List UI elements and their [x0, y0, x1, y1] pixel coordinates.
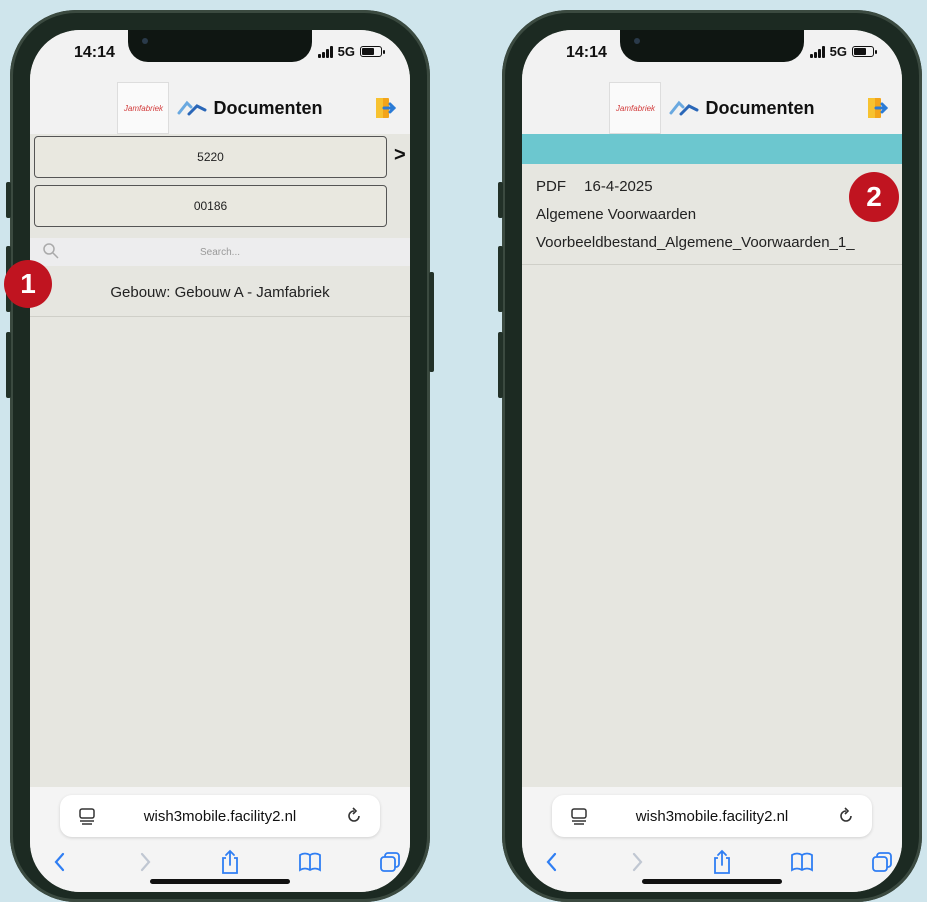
tabs-icon[interactable]: [870, 849, 894, 875]
network-label: 5G: [337, 44, 355, 59]
url-text: wish3mobile.facility2.nl: [143, 807, 297, 825]
browser-toolbar: [522, 849, 902, 877]
page-title: Documenten: [213, 97, 323, 118]
exit-icon[interactable]: [866, 96, 888, 120]
status-time: 14:14: [74, 44, 115, 61]
app-header: Jamfabriek Documenten: [522, 82, 902, 134]
step-badge-2: 2: [849, 172, 899, 222]
status-indicators: 5G: [317, 44, 385, 59]
network-label: 5G: [829, 44, 847, 59]
search-input[interactable]: Search...: [30, 238, 410, 266]
browser-bar: wish3mobile.facility2.nl: [30, 787, 410, 892]
brand-icon: [669, 100, 699, 116]
screen-right: 14:14 5G Jamfabriek Documenten PDF 16-4-…: [522, 30, 902, 892]
bookmarks-icon[interactable]: [298, 849, 322, 875]
reload-icon[interactable]: [836, 806, 856, 826]
battery-icon: [360, 46, 385, 57]
main-content: PDF 16-4-2025 Algemene Voorwaarden Voorb…: [522, 134, 902, 787]
reader-icon[interactable]: [78, 807, 96, 825]
status-indicators: 5G: [809, 44, 877, 59]
list-item[interactable]: Gebouw: Gebouw A - Jamfabriek: [30, 268, 410, 317]
document-date: 16-4-2025: [584, 178, 653, 195]
app-header: Jamfabriek Documenten: [30, 82, 410, 134]
volume-down-button: [6, 332, 11, 398]
reader-icon[interactable]: [570, 807, 588, 825]
main-content: 5220 > 00186 Search... Gebouw: Gebouw A …: [30, 134, 410, 787]
location-field[interactable]: 5220: [34, 136, 387, 178]
forward-icon[interactable]: [625, 849, 649, 875]
company-logo: Jamfabriek: [609, 82, 662, 134]
document-filename: Voorbeeldbestand_Algemene_Voorwaarden_1_: [536, 234, 855, 251]
document-item[interactable]: PDF 16-4-2025 Algemene Voorwaarden Voorb…: [522, 164, 902, 265]
notch: [620, 30, 804, 62]
back-icon[interactable]: [540, 849, 564, 875]
home-indicator: [150, 879, 290, 884]
phone-right: 14:14 5G Jamfabriek Documenten PDF 16-4-…: [498, 10, 922, 902]
phone-left: 14:14 5G Jamfabriek Documenten 5220 > 00…: [6, 10, 434, 902]
browser-bar: wish3mobile.facility2.nl: [522, 787, 902, 892]
browser-toolbar: [30, 849, 410, 877]
step-badge-1: 1: [4, 260, 52, 308]
document-meta: PDF 16-4-2025: [536, 178, 653, 195]
share-icon[interactable]: [218, 849, 242, 875]
list-item-label: Gebouw: Gebouw A - Jamfabriek: [110, 283, 330, 301]
signal-icon: [809, 45, 825, 58]
tabs-icon[interactable]: [378, 849, 402, 875]
exit-icon[interactable]: [374, 96, 396, 120]
url-bar[interactable]: wish3mobile.facility2.nl: [60, 795, 380, 837]
page-title: Documenten: [705, 97, 815, 118]
chevron-right-icon[interactable]: >: [394, 144, 406, 167]
search-icon: [43, 243, 59, 259]
home-indicator: [642, 879, 782, 884]
battery-icon: [852, 46, 877, 57]
document-type: PDF: [536, 178, 566, 195]
bookmarks-icon[interactable]: [790, 849, 814, 875]
forward-icon[interactable]: [133, 849, 157, 875]
volume-up-button: [498, 246, 503, 312]
power-button: [429, 272, 434, 372]
notch: [128, 30, 312, 62]
share-icon[interactable]: [710, 849, 734, 875]
back-icon[interactable]: [48, 849, 72, 875]
url-text: wish3mobile.facility2.nl: [635, 807, 789, 825]
mute-switch: [6, 182, 11, 218]
document-name: Algemene Voorwaarden: [536, 206, 697, 223]
signal-icon: [317, 45, 333, 58]
url-bar[interactable]: wish3mobile.facility2.nl: [552, 795, 872, 837]
sublocation-field[interactable]: 00186: [34, 185, 387, 227]
mute-switch: [498, 182, 503, 218]
selected-header-bar: [522, 134, 902, 164]
search-placeholder: Search...: [199, 246, 241, 258]
company-logo: Jamfabriek: [117, 82, 170, 134]
brand-icon: [177, 100, 207, 116]
reload-icon[interactable]: [344, 806, 364, 826]
screen-left: 14:14 5G Jamfabriek Documenten 5220 > 00…: [30, 30, 410, 892]
volume-down-button: [498, 332, 503, 398]
status-time: 14:14: [566, 44, 607, 61]
